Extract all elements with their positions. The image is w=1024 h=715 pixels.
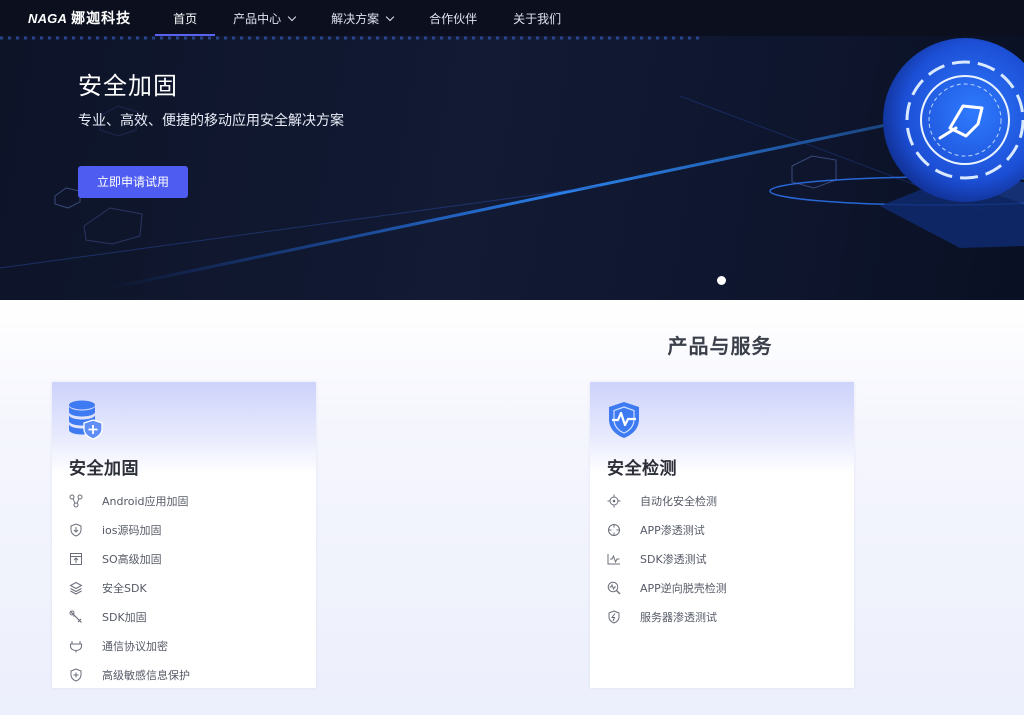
list-item[interactable]: SDK加固 [68, 602, 190, 631]
card-title: 安全检测 [607, 459, 677, 479]
card-title: 安全加固 [69, 459, 139, 479]
database-shield-icon [69, 400, 103, 440]
layers-icon [68, 580, 84, 596]
apply-trial-button[interactable]: 立即申请试用 [78, 166, 188, 198]
products-section: 产品与服务 安全加固 Android应用加固 ios源码加固 SO高级加固 安全… [0, 300, 1024, 715]
list-item-label: 自动化安全检测 [640, 494, 717, 508]
wrench-icon [68, 609, 84, 625]
nav-item-partners[interactable]: 合作伙伴 [411, 0, 495, 36]
nodes-icon [68, 493, 84, 509]
section-title: 产品与服务 [667, 334, 773, 358]
list-item-label: SO高级加固 [102, 552, 162, 566]
list-item[interactable]: Android应用加固 [68, 486, 190, 515]
nav-item-about[interactable]: 关于我们 [495, 0, 579, 36]
nav-item-label: 解决方案 [331, 11, 380, 26]
logo[interactable]: NAGA 娜迦科技 [28, 8, 131, 28]
list-item-label: 安全SDK [102, 581, 147, 595]
card-item-list: 自动化安全检测 APP渗透测试 SDK渗透测试 APP逆向脱壳检测 服务器渗透测… [606, 486, 727, 631]
list-item[interactable]: SO高级加固 [68, 544, 190, 573]
list-item[interactable]: 通信协议加密 [68, 631, 190, 660]
nav-item-label: 产品中心 [233, 11, 282, 26]
list-item-label: APP逆向脱壳检测 [640, 581, 727, 595]
top-nav: NAGA 娜迦科技 首页 产品中心 解决方案 合作伙伴 关于我们 [0, 0, 1024, 36]
nav-item-home[interactable]: 首页 [155, 0, 216, 36]
list-item-label: SDK加固 [102, 610, 147, 624]
card-hardening[interactable]: 安全加固 Android应用加固 ios源码加固 SO高级加固 安全SDK SD… [52, 382, 316, 688]
list-item-label: Android应用加固 [102, 494, 189, 508]
list-item-label: 通信协议加密 [102, 639, 168, 653]
shield-bolt-icon [606, 609, 622, 625]
card-item-list: Android应用加固 ios源码加固 SO高级加固 安全SDK SDK加固 通… [68, 486, 190, 689]
nav-item-label: 合作伙伴 [429, 11, 478, 26]
search-pulse-icon [606, 580, 622, 596]
hero-banner: 安全加固 专业、高效、便捷的移动应用安全解决方案 立即申请试用 [0, 36, 1024, 300]
hero-subtitle: 专业、高效、便捷的移动应用安全解决方案 [78, 113, 344, 129]
logo-zh: 娜迦科技 [71, 11, 132, 27]
list-item[interactable]: APP渗透测试 [606, 515, 727, 544]
shield-down-icon [68, 522, 84, 538]
chevron-down-icon [287, 12, 297, 21]
hero-title: 安全加固 [78, 72, 178, 100]
list-item[interactable]: ios源码加固 [68, 515, 190, 544]
plug-icon [68, 638, 84, 654]
list-item-label: SDK渗透测试 [640, 552, 707, 566]
crosshair-icon [606, 522, 622, 538]
list-item[interactable]: 高级敏感信息保护 [68, 660, 190, 689]
logo-en: NAGA [28, 10, 68, 26]
card-detection[interactable]: 安全检测 自动化安全检测 APP渗透测试 SDK渗透测试 APP逆向脱壳检测 服… [590, 382, 854, 688]
list-item-label: APP渗透测试 [640, 523, 705, 537]
list-item[interactable]: 自动化安全检测 [606, 486, 727, 515]
waveform-icon [606, 551, 622, 567]
nav-item-label: 关于我们 [513, 11, 562, 26]
list-item[interactable]: SDK渗透测试 [606, 544, 727, 573]
target-icon [606, 493, 622, 509]
nav-item-solutions[interactable]: 解决方案 [313, 0, 411, 36]
nav-item-products[interactable]: 产品中心 [215, 0, 313, 36]
list-item[interactable]: 安全SDK [68, 573, 190, 602]
carousel-dot[interactable] [717, 276, 726, 285]
nav-item-label: 首页 [173, 11, 198, 26]
list-item-label: 服务器渗透测试 [640, 610, 717, 624]
list-item[interactable]: 服务器渗透测试 [606, 602, 727, 631]
shield-plus-icon [68, 667, 84, 683]
list-item[interactable]: APP逆向脱壳检测 [606, 573, 727, 602]
chevron-down-icon [385, 12, 395, 21]
shield-pulse-icon [609, 402, 639, 438]
box-up-icon [68, 551, 84, 567]
list-item-label: ios源码加固 [102, 523, 162, 537]
main-menu: 首页 产品中心 解决方案 合作伙伴 关于我们 [155, 0, 579, 36]
list-item-label: 高级敏感信息保护 [102, 668, 190, 682]
